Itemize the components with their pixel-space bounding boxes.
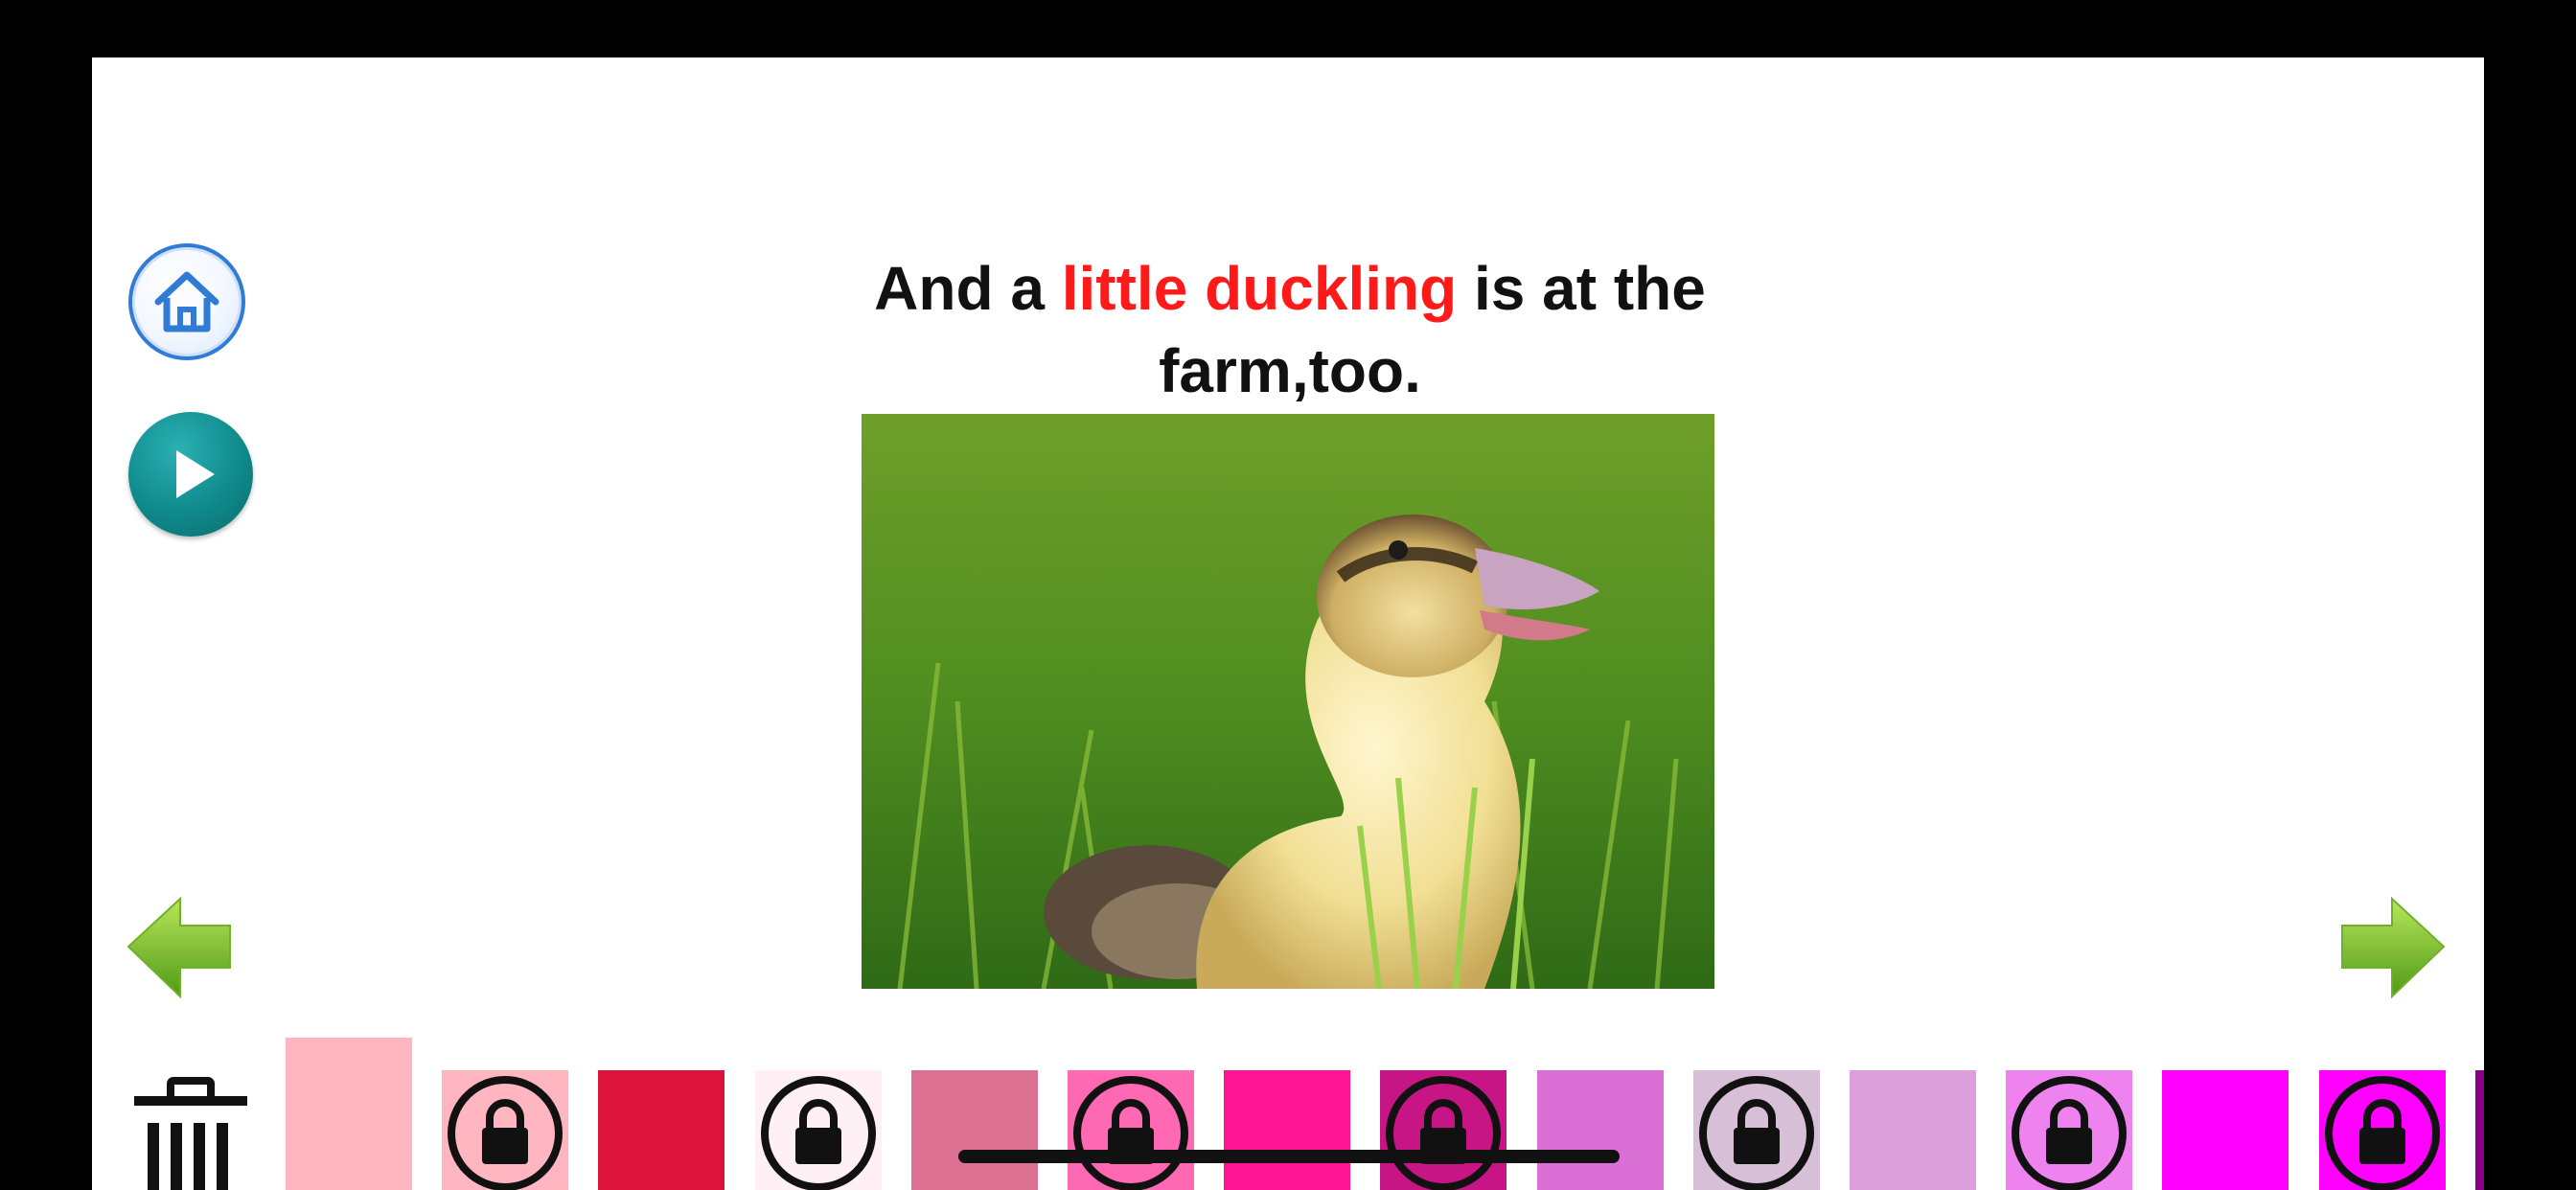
next-page-button[interactable] <box>2336 889 2451 1004</box>
color-swatch[interactable] <box>1693 1070 1820 1190</box>
lock-icon <box>1073 1076 1188 1190</box>
lock-icon <box>761 1076 876 1190</box>
color-swatch[interactable] <box>1380 1070 1506 1190</box>
lock-icon <box>2325 1076 2440 1190</box>
story-page: And a little duckling is at the farm,too… <box>92 57 2484 1190</box>
story-text-highlight: little duckling <box>1061 254 1458 323</box>
color-swatch[interactable] <box>755 1070 882 1190</box>
color-swatch[interactable] <box>2475 1070 2484 1190</box>
color-swatch[interactable] <box>2319 1070 2446 1190</box>
home-button[interactable] <box>128 243 245 360</box>
color-swatch[interactable] <box>1068 1070 1194 1190</box>
story-text-start: And a <box>874 254 1062 323</box>
lock-icon <box>2012 1076 2127 1190</box>
color-swatch[interactable] <box>2162 1070 2288 1190</box>
home-icon <box>154 271 219 332</box>
lock-icon <box>448 1076 563 1190</box>
color-swatch[interactable] <box>2006 1070 2132 1190</box>
duckling-photo <box>862 414 1714 989</box>
color-swatch[interactable] <box>286 1038 412 1190</box>
lock-icon <box>1386 1076 1501 1190</box>
trash-icon <box>134 1077 247 1190</box>
previous-page-button[interactable] <box>121 889 236 1004</box>
home-indicator <box>958 1150 1620 1163</box>
color-swatch[interactable] <box>911 1070 1038 1190</box>
story-text: And a little duckling is at the farm,too… <box>763 247 1817 412</box>
play-icon <box>176 450 215 498</box>
lock-icon <box>1699 1076 1814 1190</box>
arrow-right-icon <box>2341 896 2446 999</box>
color-swatch[interactable] <box>598 1070 724 1190</box>
color-swatch[interactable] <box>1224 1070 1350 1190</box>
trash-button[interactable] <box>126 1073 255 1190</box>
color-swatch[interactable] <box>442 1070 568 1190</box>
color-swatch[interactable] <box>1850 1070 1976 1190</box>
play-button[interactable] <box>128 412 253 537</box>
color-swatch[interactable] <box>1537 1070 1664 1190</box>
arrow-left-icon <box>126 896 231 999</box>
